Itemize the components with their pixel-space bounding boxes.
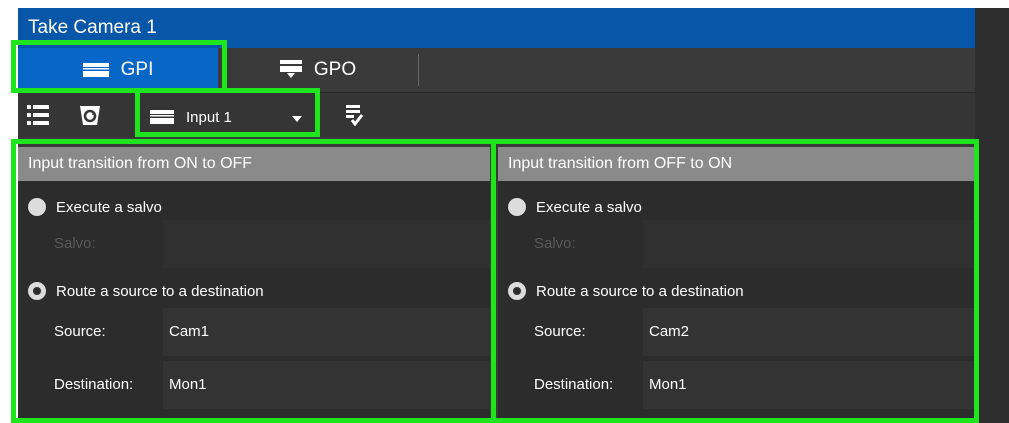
radio-button[interactable] <box>508 198 526 216</box>
tab-gpo-label: GPO <box>313 59 357 80</box>
destination-row: Destination: Mon1 <box>18 361 490 409</box>
radio-label: Execute a salvo <box>536 198 642 216</box>
clear-bucket-icon[interactable] <box>76 101 104 129</box>
salvo-field[interactable] <box>163 220 490 268</box>
radio-label: Route a source to a destination <box>56 282 264 300</box>
list-icon[interactable] <box>24 101 52 129</box>
radio-route-source[interactable]: Route a source to a destination <box>508 280 744 302</box>
window-title: Take Camera 1 <box>18 8 975 48</box>
source-label: Source: <box>54 323 106 340</box>
destination-field[interactable]: Mon1 <box>163 361 490 409</box>
salvo-field[interactable] <box>643 220 975 268</box>
tab-gpi[interactable]: GPI <box>18 48 218 92</box>
source-field[interactable]: Cam2 <box>643 308 975 356</box>
input-select-value: Input 1 <box>186 108 232 126</box>
salvo-label: Salvo: <box>54 235 96 252</box>
radio-label: Execute a salvo <box>56 198 162 216</box>
radio-execute-salvo[interactable]: Execute a salvo <box>28 196 162 218</box>
panel-header: Input transition from ON to OFF <box>18 147 490 181</box>
radio-route-source[interactable]: Route a source to a destination <box>28 280 264 302</box>
radio-button[interactable] <box>28 198 46 216</box>
salvo-row: Salvo: <box>18 220 490 268</box>
chevron-down-icon <box>292 109 302 126</box>
tab-gpi-label: GPI <box>120 59 154 80</box>
tab-gpo[interactable]: GPO <box>218 48 418 92</box>
apply-check-icon[interactable] <box>340 101 368 129</box>
panel-header: Input transition from OFF to ON <box>498 147 975 181</box>
source-row: Source: Cam2 <box>498 308 975 356</box>
panel-on-to-off: Input transition from ON to OFF Execute … <box>18 147 490 423</box>
radio-button-checked[interactable] <box>508 282 526 300</box>
input-icon <box>150 110 174 124</box>
destination-label: Destination: <box>534 376 614 393</box>
radio-button-checked[interactable] <box>28 282 46 300</box>
tab-divider <box>418 54 419 86</box>
panel-off-to-on: Input transition from OFF to ON Execute … <box>498 147 975 423</box>
source-label: Source: <box>534 323 586 340</box>
app-window: Take Camera 1 GPI GPO Input 1 Input tran… <box>18 8 1009 423</box>
gpo-icon <box>279 60 302 80</box>
gpi-icon <box>82 63 109 77</box>
radio-execute-salvo[interactable]: Execute a salvo <box>508 196 642 218</box>
side-panel-edge <box>975 8 1009 423</box>
toolbar: Input 1 <box>18 93 975 137</box>
salvo-row: Salvo: <box>498 220 975 268</box>
source-row: Source: Cam1 <box>18 308 490 356</box>
radio-label: Route a source to a destination <box>536 282 744 300</box>
tab-bar: GPI GPO <box>18 48 975 93</box>
source-field[interactable]: Cam1 <box>163 308 490 356</box>
destination-field[interactable]: Mon1 <box>643 361 975 409</box>
salvo-label: Salvo: <box>534 235 576 252</box>
input-select[interactable]: Input 1 <box>144 101 316 133</box>
destination-row: Destination: Mon1 <box>498 361 975 409</box>
destination-label: Destination: <box>54 376 134 393</box>
